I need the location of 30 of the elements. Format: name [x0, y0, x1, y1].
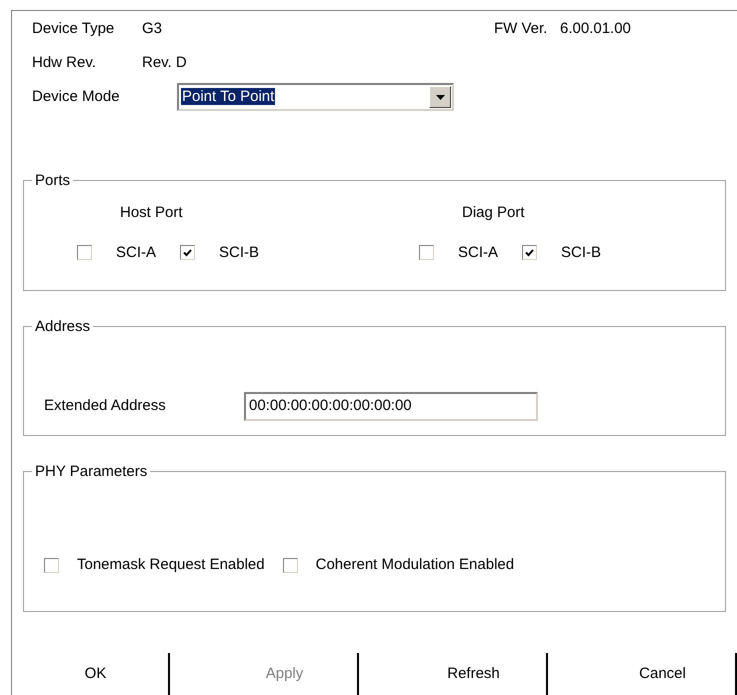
field-label: Device Mode: [32, 86, 121, 107]
checkbox[interactable]: [522, 245, 538, 260]
checkbox[interactable]: [44, 558, 59, 573]
checkbox-label: SCI-A: [458, 242, 498, 262]
field-value: G3: [142, 18, 164, 39]
checkbox-label: SCI-B: [561, 242, 602, 262]
field-label: Hdw Rev.: [32, 52, 97, 73]
checkbox[interactable]: [419, 245, 434, 260]
dropdown-value: Point To Point: [181, 88, 276, 105]
extended-address-field[interactable]: 00:00:00:00:00:00:00:00: [244, 392, 538, 421]
checkbox-label: SCI-A: [116, 242, 156, 262]
group-title: Address: [34, 319, 92, 334]
checkbox-label: Coherent Modulation Enabled: [316, 555, 514, 575]
checkbox[interactable]: [77, 245, 92, 260]
group-title: Ports: [34, 173, 72, 188]
port-label: Host Port: [120, 204, 183, 221]
device-mode-dropdown[interactable]: Point To Point: [177, 83, 454, 111]
check-icon: [525, 248, 534, 257]
checkbox-label: SCI-B: [219, 242, 260, 262]
group-title: PHY Parameters: [34, 464, 148, 479]
port-label: Diag Port: [462, 204, 525, 221]
field-value: Rev. D: [142, 52, 187, 73]
checkbox[interactable]: [282, 558, 298, 573]
field-label: Device Type: [32, 18, 116, 39]
field-label: FW Ver.: [494, 18, 548, 39]
field-label: Extended Address: [44, 396, 167, 416]
check-icon: [183, 248, 192, 257]
checkbox-label: Tonemask Request Enabled: [77, 555, 265, 575]
field-value: 6.00.01.00: [560, 18, 631, 39]
checkbox[interactable]: [180, 245, 196, 260]
